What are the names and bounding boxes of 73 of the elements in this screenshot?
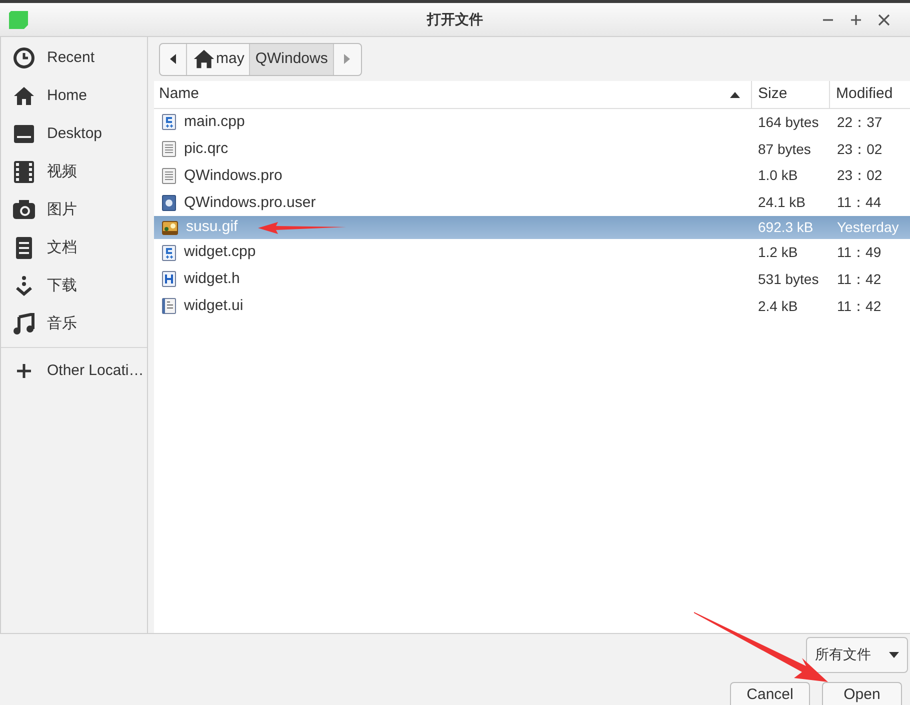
file-row[interactable]: widget.h 531 bytes 11：42 [154,266,910,293]
modified-time: 11：44 [836,193,882,212]
file-row[interactable]: QWindows.pro.user 24.1 kB 11：44 [154,189,910,216]
close-icon[interactable] [878,14,890,26]
text-file-icon [162,141,176,158]
file-name: main.cpp [184,112,245,132]
file-icon [162,194,176,211]
sidebar-item[interactable]: 视频 [1,153,147,191]
file-name: widget.ui [184,296,244,316]
file-row[interactable]: QWindows.pro 1.0 kB 23：02 [154,162,910,190]
file-type-dropdown[interactable]: 所有文件 [806,636,908,672]
plus-icon [16,363,32,379]
file-size: 2.4 kB [757,296,799,316]
cpp-file-icon [162,244,176,261]
document-icon [14,236,34,260]
file-row[interactable]: main.cpp 164 bytes 22：37 [154,109,910,136]
modified-time: 11：42 [836,270,882,289]
camera-icon [12,199,36,221]
file-size: 87 bytes [757,140,812,159]
clock-icon [12,46,36,70]
window-title: 打开文件 [427,10,483,29]
right-arrow-icon [344,54,350,64]
desktop-icon [13,124,35,144]
text-file-icon [162,168,176,184]
caret-icon [889,652,899,658]
sidebar-item[interactable]: 文档 [1,229,147,267]
file-size: 692.3 kB [757,218,814,238]
file-name: widget.cpp [184,242,256,262]
modified-time: Yesterday [836,218,900,238]
file-name: widget.h [184,269,240,290]
modified-time: 22：37 [836,112,884,132]
sidebar-item[interactable]: 下载 [1,267,147,305]
download-icon [14,275,34,297]
film-icon [13,160,35,184]
sidebar-item[interactable]: Other Locati… [1,352,147,390]
column-header[interactable]: Name [154,81,752,108]
sidebar-item[interactable]: Desktop [1,115,147,153]
modified-time: 23：02 [836,140,884,159]
file-size: 1.0 kB [757,166,799,186]
column-header[interactable]: Size [752,81,830,108]
music-note-icon [13,313,35,335]
left-arrow-icon [170,54,176,64]
modified-time: 11：49 [836,243,882,262]
path-segment[interactable]: QWindows [250,44,334,74]
file-row[interactable]: widget.ui 2.4 kB 11：42 [154,292,910,320]
file-name: susu.gif [186,217,238,238]
ui-file-icon [162,298,176,314]
column-header[interactable]: Modified [830,81,910,108]
file-name: QWindows.pro.user [184,192,316,213]
modified-time: 23：02 [836,166,884,186]
house-icon [192,48,216,70]
file-row[interactable]: widget.cpp 1.2 kB 11：49 [154,239,910,266]
file-row[interactable]: pic.qrc 87 bytes 23：02 [154,136,910,163]
app-logo-icon [8,10,30,30]
file-size: 164 bytes [757,112,820,132]
sidebar-item[interactable]: 图片 [1,191,147,229]
sidebar-item[interactable]: Recent [1,39,147,77]
dialog-button[interactable]: Cancel [730,682,810,705]
image-file-icon [162,220,178,235]
sort-ascending-icon [730,92,740,98]
file-name: pic.qrc [184,138,228,159]
file-size: 1.2 kB [757,243,799,262]
cpp-file-icon [162,114,176,130]
file-name: QWindows.pro [184,166,282,186]
file-size: 531 bytes [757,270,820,289]
file-size: 24.1 kB [757,193,806,212]
maximize-icon[interactable] [850,14,862,26]
header-file-icon [162,271,176,288]
sidebar-item[interactable]: 音乐 [1,305,147,343]
sidebar-item[interactable]: Home [1,77,147,115]
dialog-button[interactable]: Open [822,682,902,705]
house-icon [12,84,36,108]
modified-time: 11：42 [836,296,882,316]
